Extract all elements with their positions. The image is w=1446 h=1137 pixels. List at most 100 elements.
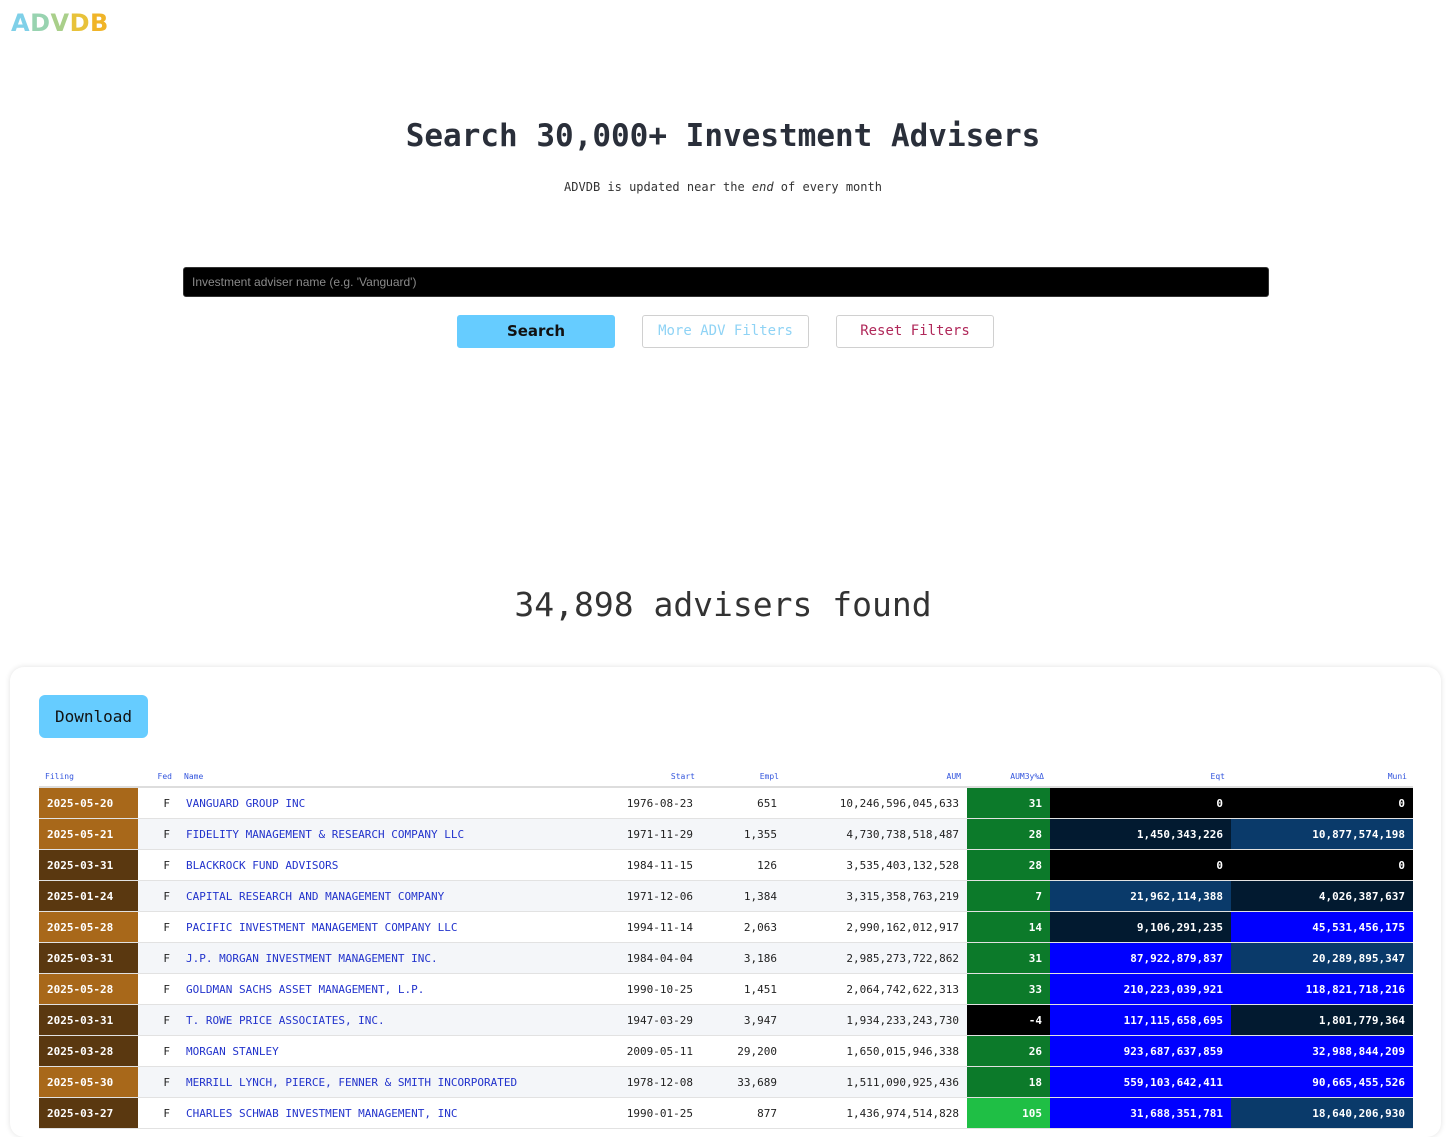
adviser-name-link[interactable]: PACIFIC INVESTMENT MANAGEMENT COMPANY LL… [186,921,458,934]
table-row[interactable]: 2025-05-28 F PACIFIC INVESTMENT MANAGEMENT… [39,911,1413,943]
muni-cell: 0 [1231,849,1413,881]
muni-cell: 32,988,844,209 [1231,1035,1413,1067]
start-date-cell: 1976-08-23 [611,787,701,819]
download-button[interactable]: Download [39,695,148,738]
adviser-name-cell: CAPITAL RESEARCH AND MANAGEMENT COMPANY [178,880,611,912]
filing-date-cell: 2025-05-21 [39,818,138,850]
start-date-cell: 1971-11-29 [611,818,701,850]
aum-3y-change-cell: 7 [967,880,1050,912]
search-button[interactable]: Search [457,315,615,348]
table-row[interactable]: 2025-01-24 F CAPITAL RESEARCH AND MANAGEME… [39,880,1413,912]
employees-cell: 33,689 [701,1066,785,1098]
aum-cell: 2,064,742,622,313 [785,973,967,1005]
subtitle-text-end: of every month [773,180,882,194]
aum-3y-change-cell: 31 [967,787,1050,819]
aum-cell: 3,315,358,763,219 [785,880,967,912]
adviser-name-link[interactable]: VANGUARD GROUP INC [186,797,305,810]
adviser-name-link[interactable]: MORGAN STANLEY [186,1045,279,1058]
advdb-logo[interactable]: ADVDB [11,9,109,37]
filing-date-cell: 2025-03-28 [39,1035,138,1067]
equity-cell: 0 [1050,849,1231,881]
subtitle-emphasis: end [751,180,774,194]
equity-cell: 0 [1050,787,1231,819]
table-row[interactable]: 2025-03-31 F J.P. MORGAN INVESTMENT MANAGE… [39,942,1413,974]
column-header-name[interactable]: Name [178,766,611,788]
aum-3y-change-cell: 31 [967,942,1050,974]
reset-filters-button[interactable]: Reset Filters [836,315,994,348]
employees-cell: 3,947 [701,1004,785,1036]
aum-cell: 1,650,015,946,338 [785,1035,967,1067]
equity-cell: 923,687,637,859 [1050,1035,1231,1067]
logo-letter: D [69,9,90,37]
adviser-name-cell: PACIFIC INVESTMENT MANAGEMENT COMPANY LL… [178,911,611,943]
adviser-name-cell: BLACKROCK FUND ADVISORS [178,849,611,881]
fed-cell: F [138,911,178,943]
aum-cell: 3,535,403,132,528 [785,849,967,881]
adviser-name-link[interactable]: MERRILL LYNCH, PIERCE, FENNER & SMITH IN… [186,1076,517,1089]
equity-cell: 559,103,642,411 [1050,1066,1231,1098]
column-header-fed[interactable]: Fed [138,766,178,788]
column-header-eqt[interactable]: Eqt [1050,766,1231,788]
table-row[interactable]: 2025-05-28 F GOLDMAN SACHS ASSET MANAGEMEN… [39,973,1413,1005]
muni-cell: 20,289,895,347 [1231,942,1413,974]
filing-date-cell: 2025-03-31 [39,849,138,881]
column-header-muni[interactable]: Muni [1231,766,1413,788]
equity-cell: 210,223,039,921 [1050,973,1231,1005]
adviser-name-cell: FIDELITY MANAGEMENT & RESEARCH COMPANY L… [178,818,611,850]
table-row[interactable]: 2025-03-28 F MORGAN STANLEY 2009-05-11 29,20… [39,1035,1413,1067]
fed-cell: F [138,1035,178,1067]
adviser-name-cell: CHARLES SCHWAB INVESTMENT MANAGEMENT, IN… [178,1097,611,1129]
column-header-filing[interactable]: Filing [39,766,138,788]
table-row[interactable]: 2025-05-21 F FIDELITY MANAGEMENT & RESEARC… [39,818,1413,850]
filing-date-cell: 2025-03-31 [39,1004,138,1036]
equity-cell: 9,106,291,235 [1050,911,1231,943]
column-header-aum3y[interactable]: AUM3y%Δ [967,766,1050,788]
aum-3y-change-cell: 105 [967,1097,1050,1129]
aum-cell: 1,934,233,243,730 [785,1004,967,1036]
employees-cell: 877 [701,1097,785,1129]
employees-cell: 651 [701,787,785,819]
adviser-name-link[interactable]: T. ROWE PRICE ASSOCIATES, INC. [186,1014,385,1027]
adviser-name-link[interactable]: FIDELITY MANAGEMENT & RESEARCH COMPANY L… [186,828,464,841]
muni-cell: 4,026,387,637 [1231,880,1413,912]
adviser-name-link[interactable]: BLACKROCK FUND ADVISORS [186,859,338,872]
table-row[interactable]: 2025-05-30 F MERRILL LYNCH, PIERCE, FENNER… [39,1066,1413,1098]
aum-cell: 4,730,738,518,487 [785,818,967,850]
fed-cell: F [138,1004,178,1036]
table-row[interactable]: 2025-03-31 F BLACKROCK FUND ADVISORS 1984-1… [39,849,1413,881]
fed-cell: F [138,1066,178,1098]
filing-date-cell: 2025-01-24 [39,880,138,912]
adviser-name-cell: T. ROWE PRICE ASSOCIATES, INC. [178,1004,611,1036]
fed-cell: F [138,787,178,819]
aum-3y-change-cell: 26 [967,1035,1050,1067]
adviser-name-cell: J.P. MORGAN INVESTMENT MANAGEMENT INC. [178,942,611,974]
adviser-search-input[interactable] [183,267,1269,297]
table-row[interactable]: 2025-05-20 F VANGUARD GROUP INC 1976-08-23 6… [39,787,1413,819]
logo-letter: B [90,9,109,37]
aum-3y-change-cell: 28 [967,849,1050,881]
table-row[interactable]: 2025-03-31 F T. ROWE PRICE ASSOCIATES, INC… [39,1004,1413,1036]
adviser-name-link[interactable]: J.P. MORGAN INVESTMENT MANAGEMENT INC. [186,952,438,965]
more-adv-filters-button[interactable]: More ADV Filters [642,315,809,348]
start-date-cell: 1990-01-25 [611,1097,701,1129]
employees-cell: 3,186 [701,942,785,974]
adviser-name-link[interactable]: CHARLES SCHWAB INVESTMENT MANAGEMENT, IN… [186,1107,458,1120]
employees-cell: 1,355 [701,818,785,850]
equity-cell: 21,962,114,388 [1050,880,1231,912]
column-header-empl[interactable]: Empl [701,766,785,788]
aum-3y-change-cell: -4 [967,1004,1050,1036]
aum-3y-change-cell: 33 [967,973,1050,1005]
adviser-name-cell: VANGUARD GROUP INC [178,787,611,819]
adviser-name-link[interactable]: GOLDMAN SACHS ASSET MANAGEMENT, L.P. [186,983,424,996]
aum-cell: 2,985,273,722,862 [785,942,967,974]
adviser-name-link[interactable]: CAPITAL RESEARCH AND MANAGEMENT COMPANY [186,890,444,903]
column-header-start[interactable]: Start [611,766,701,788]
logo-letter: D [30,9,51,37]
table-row[interactable]: 2025-03-27 F CHARLES SCHWAB INVESTMENT MAN… [39,1097,1413,1129]
equity-cell: 87,922,879,837 [1050,942,1231,974]
fed-cell: F [138,973,178,1005]
column-header-aum[interactable]: AUM [785,766,967,788]
filing-date-cell: 2025-05-30 [39,1066,138,1098]
employees-cell: 1,451 [701,973,785,1005]
fed-cell: F [138,880,178,912]
